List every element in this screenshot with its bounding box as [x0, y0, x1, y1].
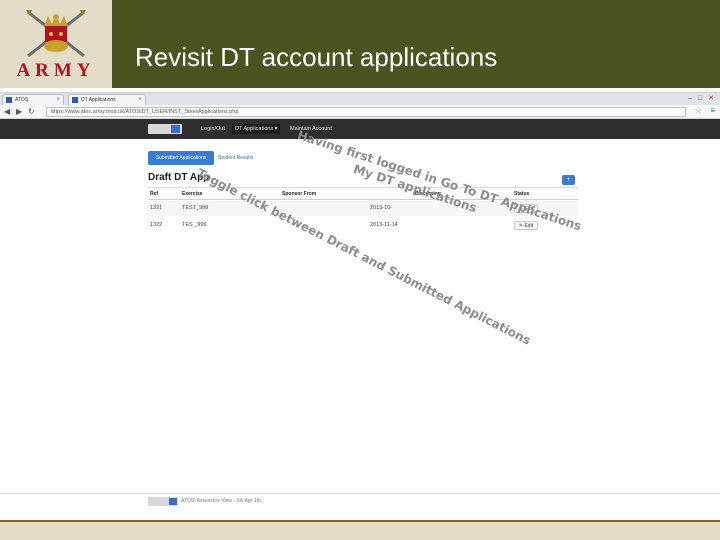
app-logo-mark-icon: [171, 125, 180, 133]
browser-tab-strip: ATOS × DT Applications × – □ ✕: [0, 93, 720, 105]
tab-label: DT Applications: [81, 97, 116, 103]
address-bar: ◀ ▶ ↻ https://www.atos.army.mod.uk/ATOS/…: [0, 105, 720, 119]
row-exercise: TEST_999: [182, 205, 209, 211]
close-icon[interactable]: ×: [138, 95, 142, 105]
tab-student-results[interactable]: Student Results: [218, 151, 253, 165]
tab-label: ATOS: [15, 97, 29, 103]
tab-submitted-applications[interactable]: Submitted Applications: [148, 151, 214, 165]
column-header-sponsor[interactable]: Sponsor From: [282, 191, 316, 197]
row-date: 2013-10-: [370, 205, 393, 211]
browser-menu-icon[interactable]: ≡: [710, 106, 715, 115]
maximize-icon[interactable]: □: [698, 95, 702, 102]
window-controls: – □ ✕: [682, 94, 714, 102]
footer-text: ATOS: Assessors View - Sol Apr 1th: [181, 498, 261, 504]
bookmark-star-icon[interactable]: ☆: [695, 106, 702, 115]
forward-icon[interactable]: ▶: [16, 107, 22, 116]
minimize-icon[interactable]: –: [688, 95, 692, 102]
footer-logo: [148, 497, 178, 506]
app-navbar: Login/Out DT Applications ▾ Maintain Acc…: [0, 119, 720, 139]
row-ref: 1321: [150, 205, 163, 211]
favicon-icon: [6, 97, 12, 103]
column-header-ref[interactable]: Ref: [150, 191, 158, 197]
header-band: ARMY Revisit DT account applications: [0, 0, 720, 88]
column-header-exercise[interactable]: Exercise: [182, 191, 203, 197]
back-icon[interactable]: ◀: [4, 107, 10, 116]
app-logo[interactable]: [148, 124, 182, 134]
row-exercise: TES _999: [182, 222, 207, 228]
browser-tab-atos[interactable]: ATOS ×: [2, 94, 64, 105]
nav-login-out[interactable]: Login/Out: [201, 124, 225, 134]
column-header-status[interactable]: Status: [514, 191, 529, 197]
footer-logo-mark-icon: [169, 498, 177, 505]
nav-dt-applications[interactable]: DT Applications ▾: [232, 124, 281, 134]
browser-tab-dt-applications[interactable]: DT Applications ×: [68, 94, 146, 105]
close-icon[interactable]: ×: [56, 95, 60, 105]
favicon-icon: [72, 97, 78, 103]
add-application-button[interactable]: +: [562, 175, 575, 185]
app-footer: [0, 493, 720, 521]
refresh-icon[interactable]: ↻: [28, 107, 35, 116]
url-input[interactable]: https://www.atos.army.mod.uk/ATOS/DT_USE…: [46, 107, 686, 117]
row-date: 2013-11-14: [370, 222, 398, 228]
army-wordmark: ARMY: [16, 60, 96, 81]
edit-button[interactable]: ✎ Edit: [514, 221, 538, 230]
logo-box: ARMY: [0, 0, 112, 88]
app-content: Submitted Applications Student Results D…: [0, 139, 720, 499]
window-close-icon[interactable]: ✕: [708, 95, 714, 102]
slide-title: Revisit DT account applications: [135, 42, 498, 72]
row-ref: 1322: [150, 222, 163, 228]
slide: ARMY Revisit DT account applications ATO…: [0, 0, 720, 540]
army-crest-icon: [26, 10, 86, 58]
bottom-band: [0, 522, 720, 540]
